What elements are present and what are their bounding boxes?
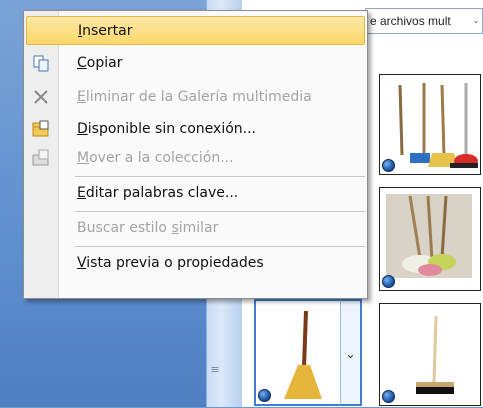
offline-folder-icon <box>32 120 50 138</box>
dropdown-arrow-icon[interactable]: ⌄ <box>470 9 482 33</box>
menu-item-label: Editar palabras clave... <box>77 185 239 201</box>
menu-item-label: Mover a la colección... <box>77 150 234 166</box>
context-menu: Insertar Copiar Eliminar de la Galería m… <box>23 10 368 299</box>
menu-separator <box>75 176 365 177</box>
clip-thumbnail[interactable] <box>379 74 481 175</box>
menu-item-label: Vista previa o propiedades <box>77 255 264 271</box>
copy-icon <box>32 54 50 72</box>
chevron-down-icon: ⌄ <box>345 347 356 361</box>
push-broom-image <box>416 315 454 394</box>
menu-item-label: Disponible sin conexión... <box>77 121 256 137</box>
menu-item-editar-palabras-clave[interactable]: Editar palabras clave... <box>26 179 365 208</box>
menu-item-buscar-estilo-similar[interactable]: Buscar estilo similar <box>26 214 365 243</box>
clip-options-button[interactable]: ⌄ <box>340 299 362 406</box>
web-globe-icon <box>382 390 395 403</box>
menu-item-label: Buscar estilo similar <box>77 220 219 236</box>
web-globe-icon <box>382 275 395 288</box>
menu-separator <box>75 211 365 212</box>
clip-thumbnail[interactable] <box>379 303 481 406</box>
menu-item-mover-a-la-coleccion[interactable]: Mover a la colección... <box>26 144 365 173</box>
menu-item-label: Insertar <box>78 23 133 39</box>
media-type-dropdown[interactable]: e archivos mult ⌄ <box>365 8 483 34</box>
menu-item-label: Copiar <box>77 55 123 71</box>
media-type-dropdown-value: e archivos mult <box>370 14 451 28</box>
menu-separator <box>75 246 365 247</box>
move-to-collection-icon <box>32 149 50 167</box>
brooms-image <box>398 83 478 168</box>
web-globe-icon <box>382 159 395 172</box>
menu-item-vista-previa[interactable]: Vista previa o propiedades <box>26 249 365 278</box>
web-globe-icon <box>258 389 271 402</box>
menu-item-insertar[interactable]: Insertar <box>26 16 365 45</box>
menu-item-eliminar[interactable]: Eliminar de la Galería multimedia <box>26 83 365 112</box>
delete-x-icon <box>32 88 50 106</box>
menu-item-label: Eliminar de la Galería multimedia <box>77 89 312 105</box>
resize-grip-icon[interactable]: ≡ <box>208 363 222 377</box>
menu-item-copiar[interactable]: Copiar <box>26 49 365 78</box>
clip-thumbnail[interactable] <box>379 187 481 291</box>
broom-image <box>284 310 322 399</box>
menu-item-disponible-sin-conexion[interactable]: Disponible sin conexión... <box>26 115 365 144</box>
mops-image <box>386 194 472 278</box>
